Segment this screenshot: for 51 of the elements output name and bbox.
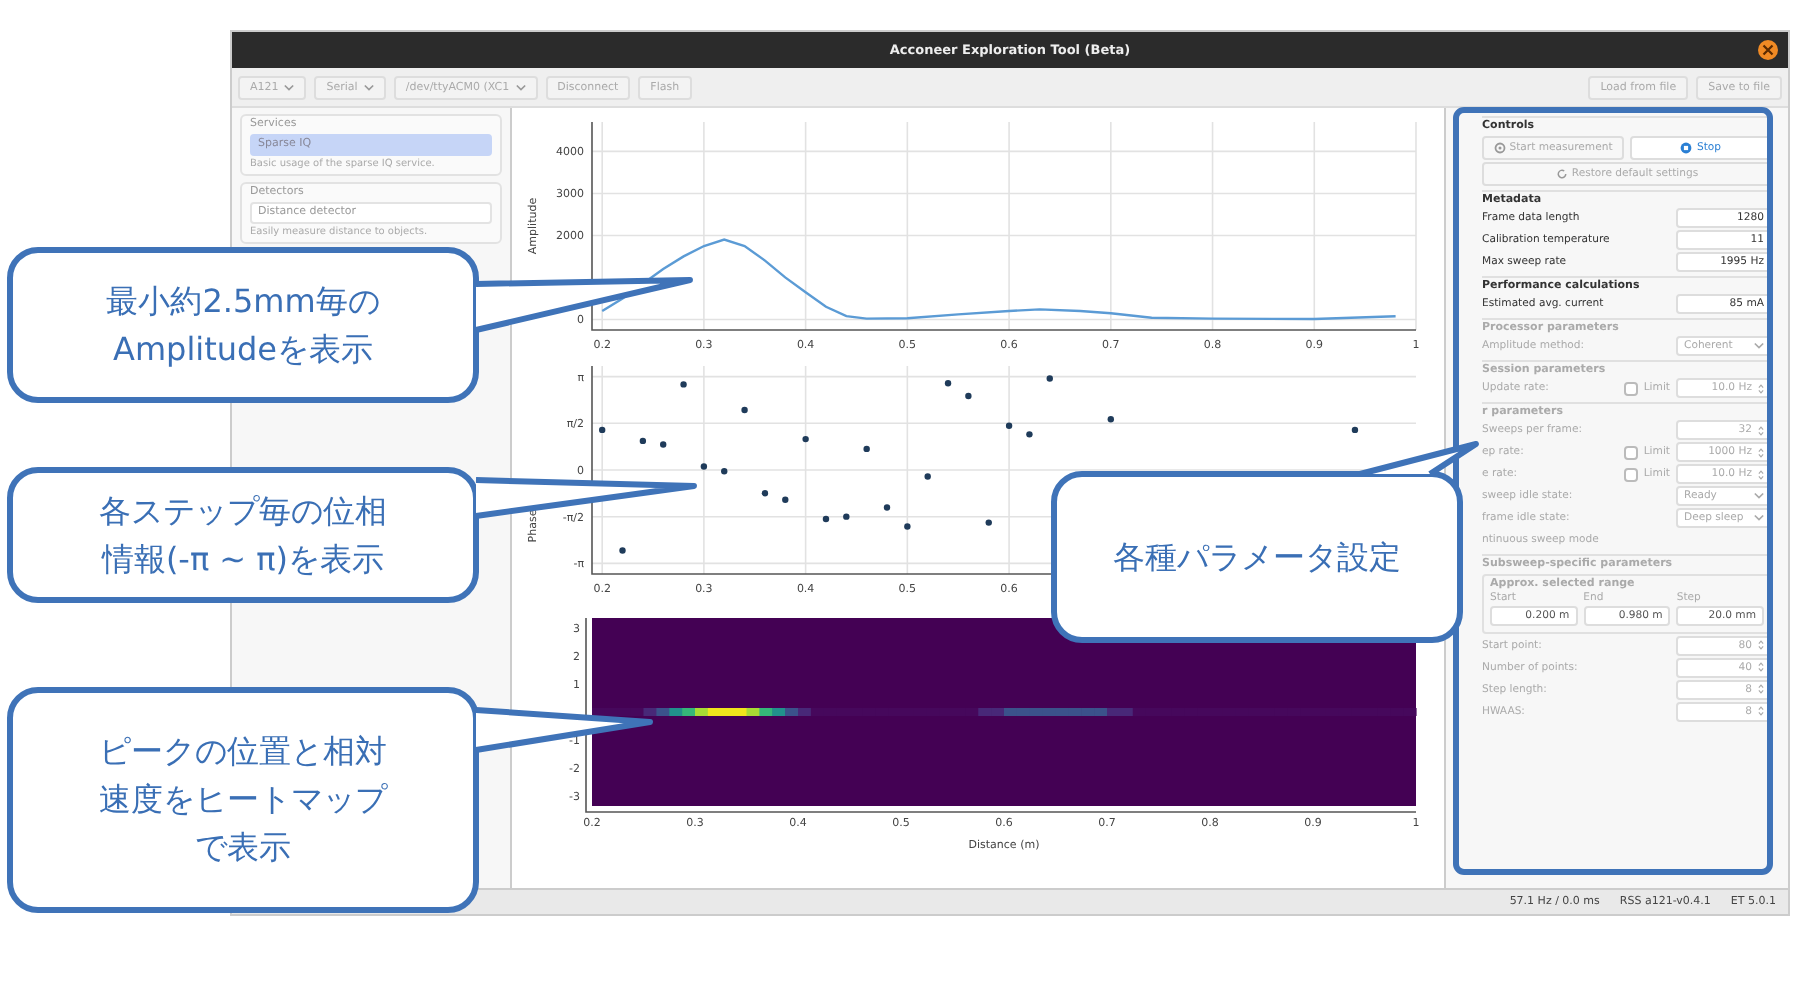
- callout-text: ピークの位置と相対: [99, 730, 387, 774]
- stop-icon: [1680, 141, 1693, 153]
- caret-icon: [1754, 492, 1764, 501]
- close-button[interactable]: [1758, 40, 1778, 60]
- data-point: [741, 406, 748, 414]
- data-point: [660, 441, 667, 448]
- data-point: [985, 519, 992, 526]
- data-point: [1026, 431, 1033, 438]
- data-point: [700, 463, 708, 470]
- data-point: [1005, 422, 1013, 429]
- data-point: [822, 515, 830, 523]
- data-point: [965, 392, 972, 400]
- callout-text: Amplitudeを表示: [113, 327, 373, 371]
- caret-icon: [363, 83, 374, 91]
- callout-text: 情報(-π ~ π)を表示: [101, 537, 385, 581]
- data-point: [761, 490, 769, 497]
- callout-text: 各種パラメータ設定: [1113, 535, 1401, 579]
- data-point: [598, 426, 606, 434]
- gear-icon: [1493, 141, 1506, 153]
- data-point: [863, 445, 870, 453]
- data-point: [782, 496, 789, 503]
- data-point: [721, 468, 728, 475]
- caret-icon: [1754, 342, 1764, 351]
- caret-icon: [284, 83, 295, 91]
- data-point: [843, 513, 850, 520]
- callout-text: で表示: [195, 826, 291, 870]
- spin-arrows-icon: [1758, 706, 1764, 717]
- data-point: [883, 504, 891, 511]
- spin-arrows-icon: [1758, 662, 1764, 673]
- spin-arrows-icon: [1758, 383, 1764, 394]
- data-point: [802, 435, 809, 443]
- spin-arrows-icon: [1758, 640, 1764, 651]
- data-point: [924, 473, 931, 480]
- spin-arrows-icon: [1758, 447, 1764, 458]
- spin-arrows-icon: [1758, 684, 1764, 695]
- spin-arrows-icon: [1758, 469, 1764, 480]
- data-point: [680, 381, 687, 388]
- data-point: [619, 547, 626, 554]
- spin-arrows-icon: [1758, 425, 1764, 436]
- data-point: [1351, 426, 1359, 434]
- callout-text: 各ステップ毎の位相: [99, 489, 387, 533]
- caret-icon: [515, 83, 526, 91]
- caret-icon: [1754, 514, 1764, 523]
- refresh-icon: [1555, 168, 1568, 180]
- data-point: [1046, 375, 1053, 382]
- data-point: [1107, 416, 1114, 423]
- data-point: [639, 437, 647, 445]
- data-point: [904, 523, 911, 530]
- callout-text: 速度をヒートマップ: [99, 778, 387, 822]
- callout-text: 最小約2.5mm毎の: [106, 279, 380, 323]
- data-point: [944, 380, 952, 387]
